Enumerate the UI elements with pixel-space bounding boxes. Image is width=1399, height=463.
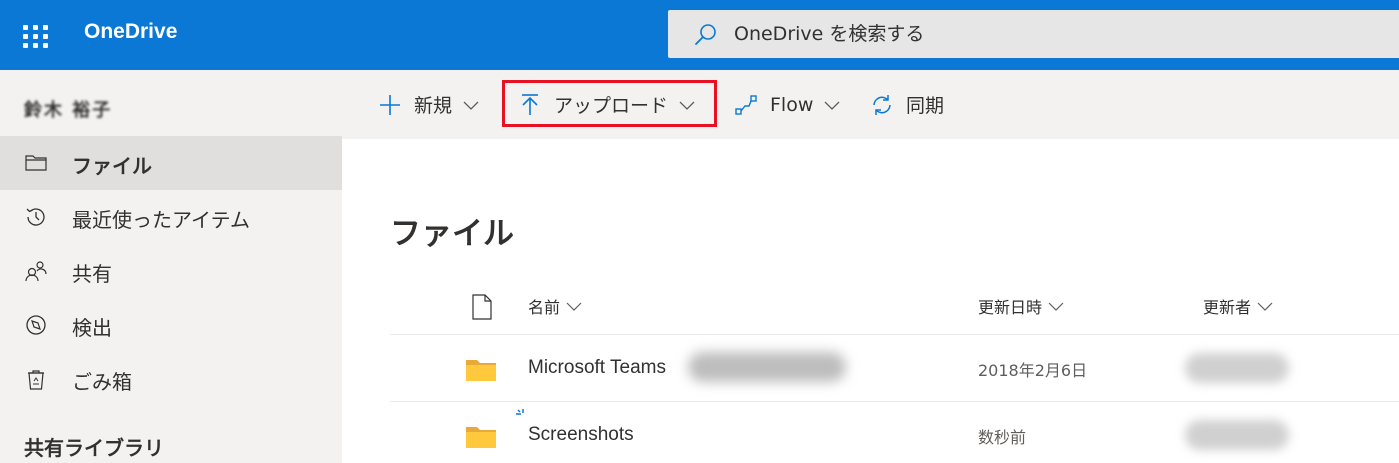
- sidebar-item-recent[interactable]: 最近使ったアイテム: [0, 190, 342, 244]
- user-name: 鈴木 裕子: [24, 100, 113, 121]
- sidebar-item-label: 最近使ったアイテム: [72, 208, 250, 232]
- flow-button[interactable]: Flow: [734, 70, 841, 139]
- recycle-bin-icon: [28, 370, 44, 390]
- folder-icon: [25, 155, 47, 171]
- column-header-name[interactable]: 名前: [528, 294, 582, 318]
- app-launcher-icon[interactable]: [20, 22, 48, 50]
- sidebar-item-recycle-bin[interactable]: ごみ箱: [0, 352, 342, 406]
- history-icon: [26, 208, 45, 226]
- sync-button[interactable]: 同期: [870, 70, 944, 139]
- sidebar-item-files[interactable]: ファイル: [0, 136, 342, 190]
- sync-label: 同期: [906, 95, 945, 117]
- page-title: ファイル: [390, 216, 514, 252]
- shared-libraries-heading: 共有ライブラリ: [24, 436, 164, 460]
- chevron-down-icon: [566, 302, 582, 311]
- table-row[interactable]: Microsoft Teams 2018年2月6日: [390, 335, 1399, 401]
- chevron-down-icon: [1257, 302, 1273, 311]
- file-modified-by-redacted: [1185, 353, 1289, 383]
- chevron-down-icon: [463, 101, 479, 110]
- sidebar-item-discover[interactable]: 検出: [0, 298, 342, 352]
- left-nav: 鈴木 裕子 ファイル 最近使ったアイテム 共有 検出 ごみ箱 共有ライブラリ: [0, 70, 342, 463]
- flow-label: Flow: [770, 93, 814, 116]
- chevron-down-icon: [824, 101, 840, 110]
- sidebar-item-label: 検出: [72, 316, 112, 340]
- file-modified-date: 2018年2月6日: [978, 361, 1088, 380]
- syncing-indicator-icon: [516, 409, 524, 415]
- sidebar-item-label: ファイル: [72, 154, 152, 178]
- search-icon: [695, 24, 716, 45]
- sync-icon: [873, 94, 891, 115]
- table-row[interactable]: Screenshots 数秒前: [390, 402, 1399, 463]
- upload-label: アップロード: [554, 95, 669, 117]
- column-header-label: 名前: [528, 298, 561, 317]
- command-bar: 新規 アップロード Flow 同期: [342, 70, 1399, 139]
- new-button[interactable]: 新規: [378, 70, 480, 139]
- upload-arrow-icon: [522, 93, 538, 115]
- plus-icon: [380, 94, 400, 115]
- sidebar-item-shared[interactable]: 共有: [0, 244, 342, 298]
- flow-icon: [735, 94, 757, 115]
- file-name[interactable]: Screenshots: [528, 424, 634, 446]
- upload-button[interactable]: アップロード: [518, 70, 696, 139]
- app-name[interactable]: OneDrive: [84, 20, 177, 44]
- compass-icon: [26, 315, 46, 335]
- column-header-modified[interactable]: 更新日時: [978, 294, 1064, 318]
- folder-icon: [466, 427, 496, 448]
- file-type-icon[interactable]: [471, 294, 493, 320]
- new-label: 新規: [414, 95, 453, 117]
- file-modified-date: 数秒前: [978, 428, 1027, 447]
- file-modified-by-redacted: [1185, 420, 1289, 450]
- sidebar-item-label: ごみ箱: [72, 370, 132, 394]
- redacted-text: [688, 352, 846, 382]
- file-name[interactable]: Microsoft Teams: [528, 357, 666, 379]
- people-icon: [25, 261, 47, 282]
- column-header-label: 更新者: [1203, 298, 1252, 317]
- search-box[interactable]: [668, 10, 1399, 58]
- chevron-down-icon: [679, 101, 695, 110]
- folder-icon: [466, 360, 496, 381]
- top-bar: OneDrive: [0, 0, 1399, 70]
- sidebar-item-label: 共有: [72, 262, 112, 286]
- column-header-modified-by[interactable]: 更新者: [1203, 294, 1273, 318]
- column-header-label: 更新日時: [978, 298, 1043, 317]
- chevron-down-icon: [1048, 302, 1064, 311]
- search-input[interactable]: [734, 10, 1334, 58]
